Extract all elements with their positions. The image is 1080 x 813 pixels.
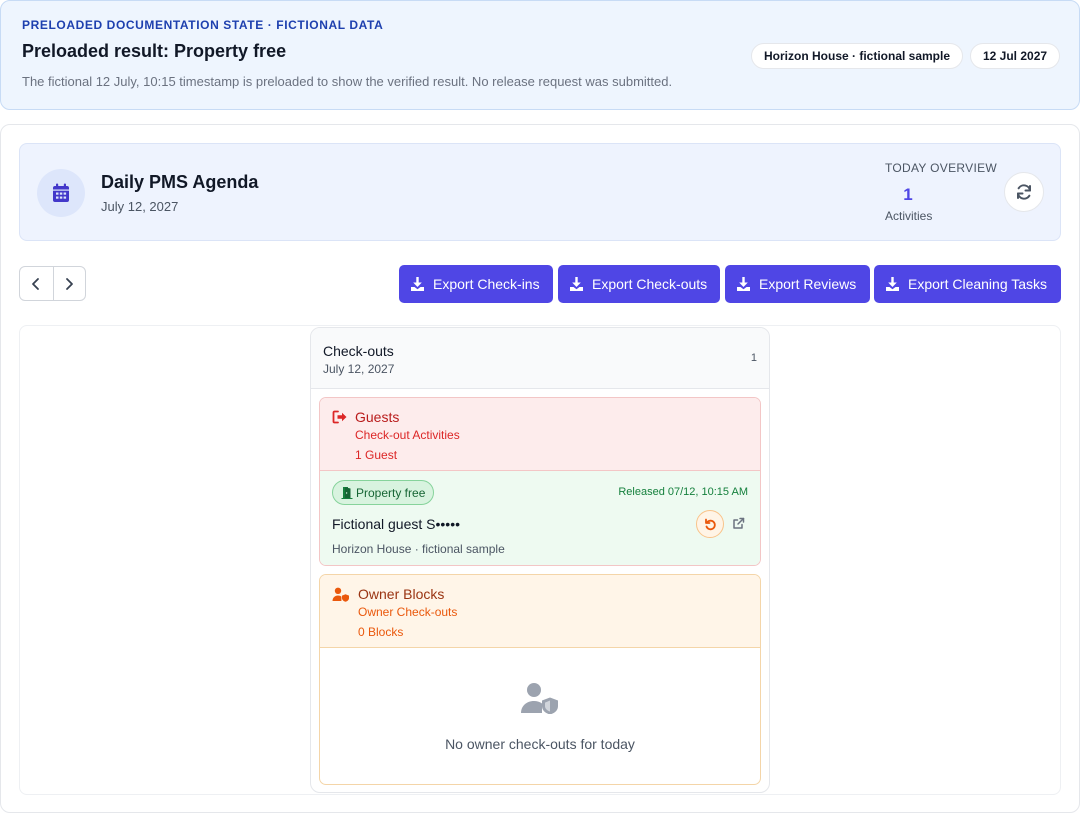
export-cleaning-tasks-label: Export Cleaning Tasks	[908, 276, 1048, 292]
owner-blocks-subtitle: Owner Check-outs	[358, 605, 458, 619]
property-free-badge: Property free	[332, 480, 435, 505]
open-booking-button[interactable]	[730, 515, 746, 531]
today-overview-label: TODAY OVERVIEW	[885, 161, 998, 175]
guest-name: Fictional guest S•••••	[332, 516, 461, 532]
date-chip: 12 Jul 2027	[970, 43, 1061, 69]
agenda-date: July 12, 2027	[101, 199, 179, 214]
banner-title: Preloaded result: Property free	[22, 41, 287, 61]
owner-blocks-section: Owner Blocks Owner Check-outs 0 Blocks N…	[319, 574, 761, 785]
export-reviews-label: Export Reviews	[759, 276, 857, 292]
checkout-booking-card[interactable]: Property free Released 07/12, 10:15 AM F…	[320, 471, 760, 565]
export-checkouts-label: Export Check-outs	[592, 276, 708, 292]
guests-subtitle: Check-out Activities	[355, 428, 460, 442]
download-icon	[570, 277, 583, 291]
column-title: Check-outs	[323, 343, 394, 359]
chevron-right-icon	[66, 277, 74, 290]
export-checkouts-button[interactable]: Export Check-outs	[558, 265, 720, 303]
banner-description: The fictional 12 July, 10:15 timestamp i…	[22, 74, 673, 89]
activities-count: 1	[903, 185, 913, 204]
checkouts-column: Check-outs July 12, 2027 1 Guests Check-…	[310, 327, 770, 793]
guests-count: 1 Guest	[355, 448, 398, 462]
export-reviews-button[interactable]: Export Reviews	[725, 265, 870, 303]
agenda-title: Daily PMS Agenda	[101, 172, 259, 192]
day-navigation	[19, 266, 86, 301]
owner-blocks-count: 0 Blocks	[358, 625, 404, 639]
chevron-left-icon	[32, 277, 40, 290]
empty-state-text: No owner check-outs for today	[445, 736, 635, 752]
export-checkins-button[interactable]: Export Check-ins	[399, 265, 553, 303]
column-count: 1	[750, 352, 757, 364]
agenda-header: Daily PMS Agenda July 12, 2027 TODAY OVE…	[19, 143, 1061, 241]
external-link-icon	[732, 517, 744, 529]
sign-out-icon	[332, 410, 347, 424]
next-day-button[interactable]	[52, 267, 86, 300]
refresh-icon	[1017, 184, 1031, 200]
banner-eyebrow: PRELOADED DOCUMENTATION STATE · FICTIONA…	[22, 18, 384, 32]
property-status-label: Property free	[356, 485, 426, 500]
released-timestamp: Released 07/12, 10:15 AM	[618, 486, 748, 498]
export-cleaning-tasks-button[interactable]: Export Cleaning Tasks	[874, 265, 1061, 303]
guests-section: Guests Check-out Activities 1 Guest Prop…	[319, 397, 761, 566]
activities-label: Activities	[885, 209, 933, 223]
property-name: Horizon House · fictional sample	[332, 542, 505, 556]
guests-header: Guests Check-out Activities 1 Guest	[320, 398, 760, 471]
user-shield-icon	[521, 683, 558, 714]
undo-release-button[interactable]	[696, 510, 724, 538]
owner-blocks-header: Owner Blocks Owner Check-outs 0 Blocks	[320, 575, 760, 648]
column-header: Check-outs July 12, 2027 1	[311, 328, 769, 389]
preloaded-state-banner: PRELOADED DOCUMENTATION STATE · FICTIONA…	[0, 0, 1080, 110]
undo-icon	[704, 518, 716, 530]
guests-title: Guests	[355, 409, 400, 425]
previous-day-button[interactable]	[20, 267, 53, 300]
refresh-button[interactable]	[1004, 172, 1044, 212]
download-icon	[411, 277, 424, 291]
owner-blocks-title: Owner Blocks	[358, 586, 445, 602]
door-open-icon	[341, 487, 353, 499]
download-icon	[886, 277, 899, 291]
export-checkins-label: Export Check-ins	[433, 276, 540, 292]
user-shield-icon	[332, 587, 349, 602]
calendar-icon	[37, 169, 85, 217]
sample-chip: Horizon House · fictional sample	[751, 43, 964, 69]
download-icon	[737, 277, 750, 291]
column-date: July 12, 2027	[323, 362, 395, 376]
